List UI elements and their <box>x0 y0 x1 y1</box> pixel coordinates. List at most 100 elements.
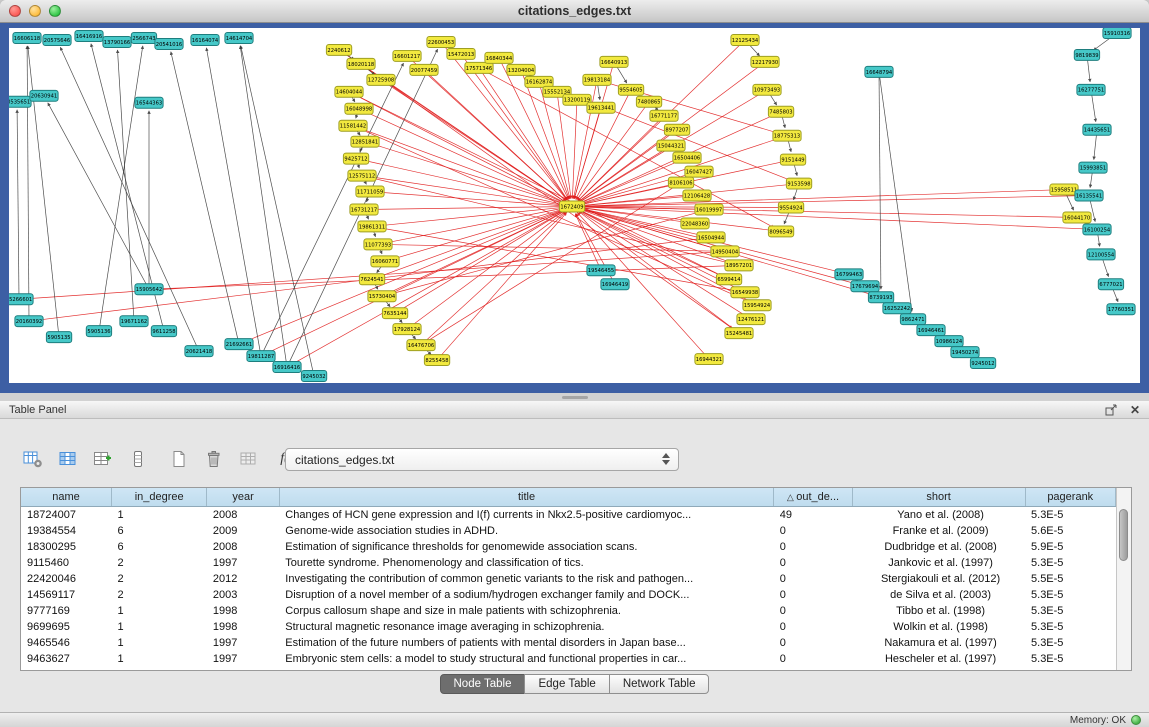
graph-edge[interactable] <box>557 92 571 199</box>
status-bar: Memory: OK <box>0 712 1149 727</box>
tab-edge-table[interactable]: Edge Table <box>524 674 609 694</box>
network-window-titlebar[interactable]: citations_edges.txt <box>0 0 1149 23</box>
cell-name: 18300295 <box>21 539 111 555</box>
cell-out-de-: 0 <box>774 587 852 603</box>
graph-edge[interactable] <box>359 109 565 203</box>
new-table-icon[interactable] <box>166 446 192 472</box>
cell-year: 2008 <box>207 507 279 524</box>
graph-node-label: 16044170 <box>1064 215 1090 221</box>
delete-column-glyph <box>128 450 148 468</box>
cell-pagerank: 5.3E-5 <box>1025 635 1115 651</box>
graph-edge[interactable] <box>28 46 59 337</box>
table-row[interactable]: 2242004622012Investigating the contribut… <box>21 571 1116 587</box>
cell-in-degree: 2 <box>111 555 206 571</box>
graph-node-label: 19813184 <box>584 78 611 84</box>
show-columns-icon[interactable] <box>55 446 81 472</box>
graph-edge[interactable] <box>362 176 564 206</box>
graph-node-label: 16731217 <box>351 207 377 213</box>
table-row[interactable]: 1872400712008Changes of HCN gene express… <box>21 507 1116 524</box>
application-window: citations_edges.txt 16724092240612180201… <box>0 0 1149 727</box>
graph-node-label: 16252242 <box>884 306 910 312</box>
graph-edge[interactable] <box>171 52 239 344</box>
graph-edge[interactable] <box>421 176 692 345</box>
memory-status-label: Memory: OK <box>1070 715 1126 726</box>
table-row[interactable]: 946554611997Estimation of the future num… <box>21 635 1116 651</box>
table-row[interactable]: 911546021997Tourette syndrome. Phenomeno… <box>21 555 1116 571</box>
graph-node-label: 16164074 <box>192 38 219 44</box>
vertical-scrollbar[interactable] <box>1116 488 1131 670</box>
close-panel-icon[interactable]: ✕ <box>1130 404 1140 416</box>
graph-edge[interactable] <box>370 192 564 206</box>
minimize-window-button[interactable] <box>29 5 41 17</box>
graph-node-label: 16771177 <box>651 114 677 120</box>
graph-edge[interactable] <box>118 50 135 321</box>
cell-out-de-: 0 <box>774 635 852 651</box>
cell-in-degree: 1 <box>111 603 206 619</box>
cell-year: 1997 <box>207 651 279 667</box>
graph-edge[interactable] <box>206 48 261 356</box>
delete-table-icon[interactable] <box>201 446 227 472</box>
graph-node-label: 7635144 <box>383 311 407 317</box>
create-column-glyph <box>93 450 113 468</box>
column-header-year[interactable]: year <box>207 488 279 507</box>
float-panel-icon[interactable] <box>1105 404 1118 416</box>
table-row[interactable]: 946362711997Embryonic stem cells: a mode… <box>21 651 1116 667</box>
table-row[interactable]: 977716911998Corpus callosum shape and si… <box>21 603 1116 619</box>
column-header-pagerank[interactable]: pagerank <box>1025 488 1115 507</box>
graph-node-label: 16944321 <box>696 357 722 363</box>
table-body: 1872400712008Changes of HCN gene express… <box>21 507 1116 668</box>
node-table: namein_degreeyeartitle△ out_de...shortpa… <box>20 487 1132 671</box>
graph-edge[interactable] <box>879 72 881 289</box>
graph-edge[interactable] <box>17 110 19 299</box>
tab-network-table[interactable]: Network Table <box>609 674 710 694</box>
table-panel-header: Table Panel ✕ <box>0 401 1149 419</box>
cell-name: 9465546 <box>21 635 111 651</box>
graph-node-label: 16019997 <box>696 207 722 213</box>
graph-edge[interactable] <box>407 211 566 329</box>
graph-node-label: 20160392 <box>16 319 42 325</box>
graph-node-label: 9554924 <box>779 205 803 211</box>
column-header-in-degree[interactable]: in_degree <box>111 488 206 507</box>
graph-edge[interactable] <box>240 46 287 367</box>
table-row[interactable]: 1938455462009Genome-wide association stu… <box>21 523 1116 539</box>
graph-node-label: 7480865 <box>637 100 660 106</box>
graph-node-label: 9153598 <box>787 181 810 187</box>
create-column-icon[interactable] <box>90 446 116 472</box>
graph-edge[interactable] <box>437 212 567 360</box>
table-mode-icon[interactable] <box>20 446 46 472</box>
graph-edge[interactable] <box>364 207 564 210</box>
table-row[interactable]: 969969511998Structural magnetic resonanc… <box>21 619 1116 635</box>
graph-edge[interactable] <box>382 212 701 297</box>
graph-node-label: 17571346 <box>466 66 492 72</box>
network-canvas[interactable]: 1672409224061218020118127259081460404416… <box>9 28 1140 383</box>
graph-edge[interactable] <box>580 207 1077 218</box>
graph-edge[interactable] <box>60 47 199 351</box>
tab-node-table[interactable]: Node Table <box>440 674 526 694</box>
graph-node-label: 16544363 <box>136 101 162 107</box>
graph-node-label: 7624541 <box>360 277 383 283</box>
column-header-out-de-[interactable]: △ out_de... <box>774 488 852 507</box>
graph-node-label: 21692661 <box>226 342 252 348</box>
float-panel-glyph <box>1105 404 1118 416</box>
graph-node-label: 15044321 <box>658 144 684 150</box>
scrollbar-thumb[interactable] <box>1119 509 1128 561</box>
table-row[interactable]: 1830029562008Estimation of significance … <box>21 539 1116 555</box>
graph-edge[interactable] <box>241 46 314 376</box>
cell-pagerank: 5.3E-5 <box>1025 507 1115 524</box>
column-header-name[interactable]: name <box>21 488 111 507</box>
table-row[interactable]: 1456911722003Disruption of a novel membe… <box>21 587 1116 603</box>
graph-edge[interactable] <box>27 46 29 321</box>
graph-node-label: 25266601 <box>9 297 32 303</box>
graph-edge[interactable] <box>372 226 737 290</box>
column-header-title[interactable]: title <box>279 488 773 507</box>
zoom-window-button[interactable] <box>49 5 61 17</box>
graph-edge[interactable] <box>879 72 912 311</box>
graph-edge[interactable] <box>441 42 567 200</box>
network-table-select[interactable]: citations_edges.txt <box>285 448 679 471</box>
delete-column-icon[interactable] <box>125 446 151 472</box>
close-window-button[interactable] <box>9 5 21 17</box>
graph-edge[interactable] <box>577 102 649 200</box>
import-table-icon[interactable] <box>236 446 262 472</box>
graph-edge[interactable] <box>579 210 757 305</box>
column-header-short[interactable]: short <box>852 488 1025 507</box>
